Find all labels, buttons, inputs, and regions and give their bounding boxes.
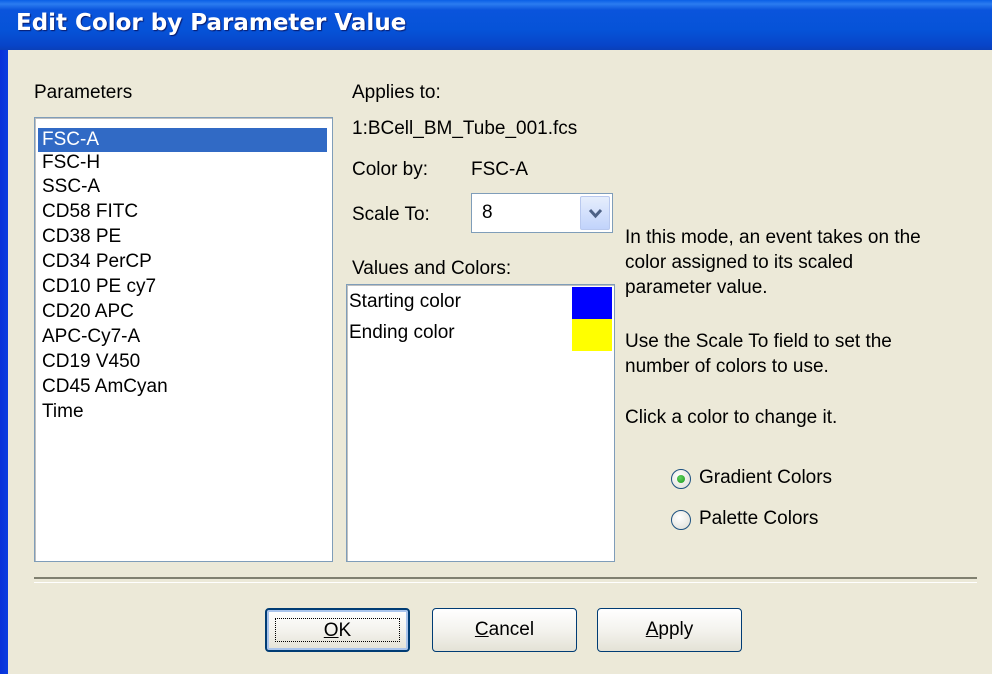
apply-button[interactable]: Apply <box>597 608 742 652</box>
values-colors-label: Values and Colors: <box>352 258 512 279</box>
parameters-listbox[interactable]: FSC-A FSC-H SSC-A CD58 FITC CD38 PE CD34… <box>34 117 333 562</box>
starting-color-label: Starting color <box>349 291 461 312</box>
color-by-label: Color by: <box>352 159 429 180</box>
help-text-line6: Click a color to change it. <box>625 407 838 428</box>
parameter-item-apc-cy7-a[interactable]: APC-Cy7-A <box>38 325 327 349</box>
dialog-window: Edit Color by Parameter Value Parameters… <box>0 0 992 674</box>
separator-line <box>34 577 977 583</box>
starting-color-swatch[interactable] <box>572 287 612 319</box>
help-text-line2: color assigned to its scaled <box>625 252 854 273</box>
scale-to-dropdown[interactable]: 8 <box>471 193 613 233</box>
dialog-title: Edit Color by Parameter Value <box>16 10 407 36</box>
scale-to-label: Scale To: <box>352 204 430 225</box>
parameter-item-cd58-fitc[interactable]: CD58 FITC <box>38 200 327 224</box>
ok-button[interactable]: OK <box>265 608 410 652</box>
radio-selected-dot-icon <box>677 475 685 483</box>
dropdown-arrow-button[interactable] <box>580 196 610 230</box>
applies-to-value: 1:BCell_BM_Tube_001.fcs <box>352 118 578 139</box>
parameter-item-ssc-a[interactable]: SSC-A <box>38 175 327 199</box>
palette-colors-radio[interactable] <box>671 510 691 530</box>
parameter-item-cd20-apc[interactable]: CD20 APC <box>38 300 327 324</box>
gradient-colors-label[interactable]: Gradient Colors <box>699 467 832 489</box>
values-colors-listbox[interactable]: Starting color Ending color <box>346 284 615 562</box>
parameter-item-cd10-pe-cy7[interactable]: CD10 PE cy7 <box>38 275 327 299</box>
parameter-item-fsc-h[interactable]: FSC-H <box>38 151 327 175</box>
window-frame-left <box>0 50 8 674</box>
applies-to-label: Applies to: <box>352 82 441 103</box>
parameter-item-cd38-pe[interactable]: CD38 PE <box>38 225 327 249</box>
color-by-value: FSC-A <box>471 159 528 180</box>
help-text-line1: In this mode, an event takes on the <box>625 227 921 248</box>
help-text-line3: parameter value. <box>625 277 768 298</box>
help-text-line5: number of colors to use. <box>625 356 829 377</box>
parameter-item-cd19-v450[interactable]: CD19 V450 <box>38 350 327 374</box>
cancel-button[interactable]: Cancel <box>432 608 577 652</box>
ending-color-swatch[interactable] <box>572 319 612 351</box>
parameter-item-cd45-amcyan[interactable]: CD45 AmCyan <box>38 375 327 399</box>
parameters-label: Parameters <box>34 82 133 103</box>
ending-color-label: Ending color <box>349 322 455 343</box>
parameter-item-cd34-percp[interactable]: CD34 PerCP <box>38 250 327 274</box>
title-bar[interactable]: Edit Color by Parameter Value <box>0 0 992 50</box>
scale-to-value: 8 <box>482 202 493 223</box>
parameter-item-fsc-a[interactable]: FSC-A <box>38 128 327 152</box>
gradient-colors-radio[interactable] <box>671 469 691 489</box>
parameter-item-time[interactable]: Time <box>38 400 327 424</box>
help-text-line4: Use the Scale To field to set the <box>625 331 892 352</box>
palette-colors-label[interactable]: Palette Colors <box>699 508 818 530</box>
chevron-down-icon <box>588 208 603 219</box>
